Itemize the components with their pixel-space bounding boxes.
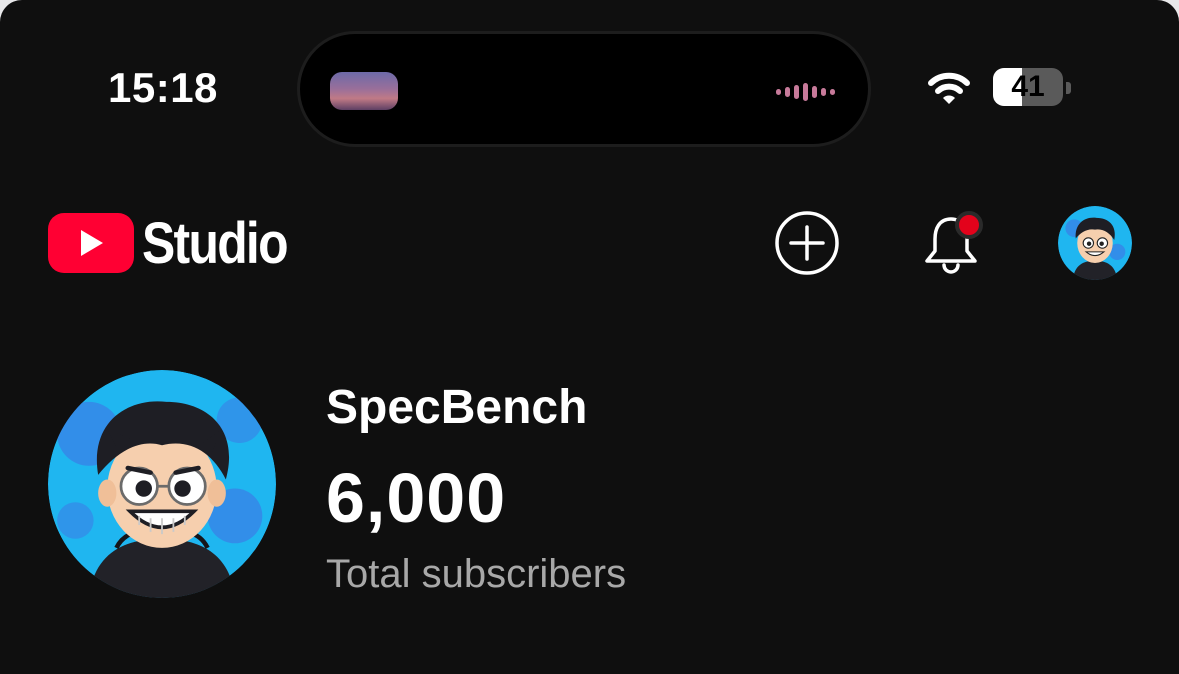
subscriber-count: 6,000	[326, 459, 507, 537]
subscriber-label: Total subscribers	[326, 552, 627, 596]
channel-name[interactable]: SpecBench	[326, 380, 587, 435]
battery-level: 41	[1011, 70, 1045, 103]
account-button[interactable]	[1058, 206, 1132, 280]
phone-screen: 15:18 41 Studio SpecBench 6,000 Total su…	[0, 0, 1179, 674]
youtube-logo-icon	[48, 213, 134, 273]
battery-cap	[1066, 82, 1071, 94]
battery-indicator: 41	[993, 68, 1063, 106]
channel-avatar-icon	[1058, 206, 1132, 280]
now-playing-thumbnail[interactable]	[330, 72, 398, 110]
add-circle-icon	[775, 211, 839, 275]
brand-text: Studio	[142, 210, 289, 276]
status-time: 15:18	[108, 64, 218, 111]
audio-waveform-icon	[776, 83, 835, 101]
channel-avatar[interactable]	[48, 370, 276, 598]
notification-badge	[955, 211, 983, 239]
studio-brand[interactable]: Studio	[48, 210, 310, 276]
create-button[interactable]	[771, 207, 843, 279]
wifi-icon	[928, 72, 970, 104]
dynamic-island[interactable]	[297, 31, 871, 147]
notifications-button[interactable]	[915, 207, 987, 279]
